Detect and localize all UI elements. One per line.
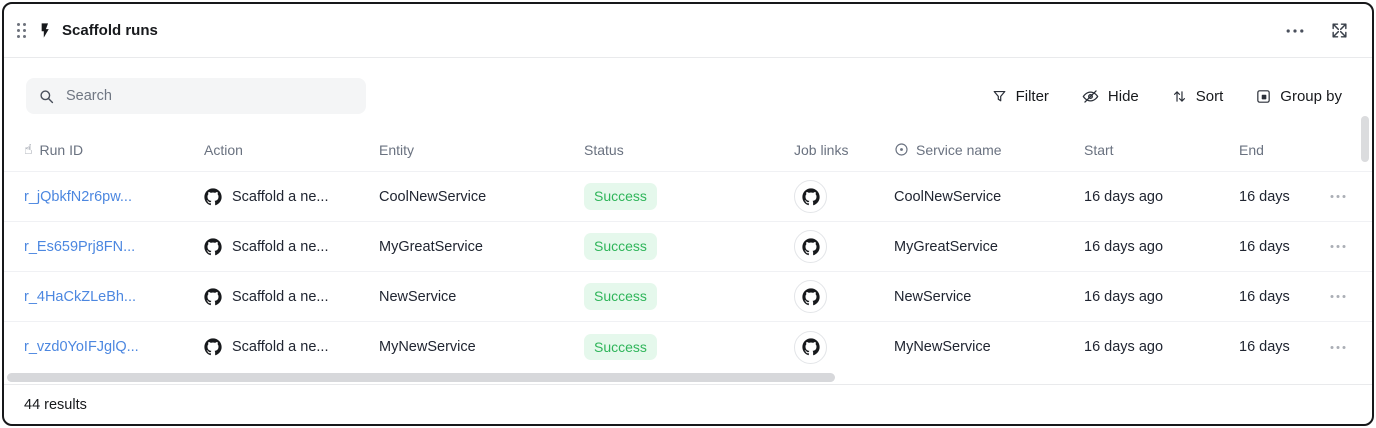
job-link-github-button[interactable] (794, 180, 827, 213)
hide-button[interactable]: Hide (1081, 87, 1139, 106)
sort-button[interactable]: Sort (1171, 88, 1224, 105)
end-time-label: 16 days (1239, 189, 1327, 205)
run-id-link[interactable]: r_4HaCkZLeBh... (24, 289, 136, 305)
run-id-link[interactable]: r_Es659Prj8FN... (24, 239, 135, 255)
table-header-row: ☝ Run ID Action Entity Status Job links … (4, 128, 1372, 172)
table-row: r_vzd0YoIFJglQ... Scaffold a ne... MyNew… (4, 322, 1372, 372)
lightning-bolt-icon (36, 22, 53, 39)
table-toolbar: Filter Hide (4, 58, 1372, 128)
column-header-service-name[interactable]: Service name (894, 142, 1084, 158)
column-header-status[interactable]: Status (584, 142, 794, 158)
github-icon (204, 188, 222, 206)
start-time-label: 16 days ago (1084, 289, 1239, 305)
ellipsis-icon (1330, 244, 1346, 249)
horizontal-scrollbar-thumb[interactable] (7, 373, 835, 382)
job-link-github-button[interactable] (794, 280, 827, 313)
service-name-label: CoolNewService (894, 189, 1084, 205)
end-time-label: 16 days (1239, 339, 1327, 355)
vertical-scrollbar-thumb[interactable] (1361, 116, 1369, 162)
start-time-label: 16 days ago (1084, 189, 1239, 205)
widget-header-left: Scaffold runs (16, 22, 158, 39)
status-badge: Success (584, 233, 657, 259)
column-header-action[interactable]: Action (204, 142, 379, 158)
service-name-label: NewService (894, 289, 1084, 305)
horizontal-scrollbar-track (4, 372, 1372, 384)
start-time-label: 16 days ago (1084, 239, 1239, 255)
circled-dot-icon (894, 142, 909, 157)
widget-header-actions (1283, 18, 1352, 43)
status-badge: Success (584, 283, 657, 309)
status-badge: Success (584, 183, 657, 209)
action-label: Scaffold a ne... (232, 289, 328, 305)
run-id-link[interactable]: r_jQbkfN2r6pw... (24, 189, 132, 205)
run-id-link[interactable]: r_vzd0YoIFJglQ... (24, 339, 139, 355)
search-icon (38, 88, 55, 105)
table-row: r_jQbkfN2r6pw... Scaffold a ne... CoolNe… (4, 172, 1372, 222)
action-label: Scaffold a ne... (232, 189, 328, 205)
ellipsis-icon (1330, 194, 1346, 199)
entity-label: CoolNewService (379, 189, 584, 205)
column-header-entity[interactable]: Entity (379, 142, 584, 158)
sort-label: Sort (1196, 88, 1224, 105)
row-actions-button[interactable] (1327, 291, 1349, 302)
end-time-label: 16 days (1239, 289, 1327, 305)
column-header-job-links[interactable]: Job links (794, 142, 894, 158)
ellipsis-icon (1330, 345, 1346, 350)
tap-icon: ☝ (24, 143, 33, 157)
table-row: r_4HaCkZLeBh... Scaffold a ne... NewServ… (4, 272, 1372, 322)
entity-label: MyNewService (379, 339, 584, 355)
search-input-container (26, 78, 366, 114)
widget-header: Scaffold runs (4, 4, 1372, 58)
start-time-label: 16 days ago (1084, 339, 1239, 355)
column-header-end[interactable]: End (1239, 142, 1327, 158)
action-label: Scaffold a ne... (232, 339, 328, 355)
end-time-label: 16 days (1239, 239, 1327, 255)
job-link-github-button[interactable] (794, 230, 827, 263)
row-actions-button[interactable] (1327, 241, 1349, 252)
hide-label: Hide (1108, 88, 1139, 105)
more-options-button[interactable] (1283, 25, 1307, 37)
status-badge: Success (584, 334, 657, 360)
group-by-button[interactable]: Group by (1255, 88, 1342, 105)
github-icon (204, 288, 222, 306)
service-name-label: MyGreatService (894, 239, 1084, 255)
column-header-start[interactable]: Start (1084, 142, 1239, 158)
eye-slash-icon (1081, 87, 1100, 106)
filter-icon (991, 88, 1008, 105)
group-by-label: Group by (1280, 88, 1342, 105)
group-by-icon (1255, 88, 1272, 105)
results-count: 44 results (24, 397, 87, 413)
expand-button[interactable] (1327, 18, 1352, 43)
action-label: Scaffold a ne... (232, 239, 328, 255)
row-actions-button[interactable] (1327, 342, 1349, 353)
github-icon (204, 238, 222, 256)
filter-button[interactable]: Filter (991, 88, 1049, 105)
entity-label: NewService (379, 289, 584, 305)
row-actions-button[interactable] (1327, 191, 1349, 202)
widget-title: Scaffold runs (62, 22, 158, 39)
column-header-run-id[interactable]: ☝ Run ID (24, 142, 204, 158)
expand-icon (1330, 21, 1349, 40)
toolbar-actions: Filter Hide (991, 78, 1342, 114)
job-link-github-button[interactable] (794, 331, 827, 364)
sort-arrows-icon (1171, 88, 1188, 105)
search-input[interactable] (64, 87, 354, 105)
table-row: r_Es659Prj8FN... Scaffold a ne... MyGrea… (4, 222, 1372, 272)
ellipsis-icon (1330, 294, 1346, 299)
service-name-label: MyNewService (894, 339, 1084, 355)
scaffold-runs-widget: Scaffold runs (2, 2, 1374, 426)
ellipsis-icon (1286, 28, 1304, 34)
filter-label: Filter (1016, 88, 1049, 105)
github-icon (204, 338, 222, 356)
drag-handle-icon[interactable] (16, 22, 27, 39)
widget-footer: 44 results (4, 384, 1372, 424)
runs-table: ☝ Run ID Action Entity Status Job links … (4, 128, 1372, 372)
entity-label: MyGreatService (379, 239, 584, 255)
